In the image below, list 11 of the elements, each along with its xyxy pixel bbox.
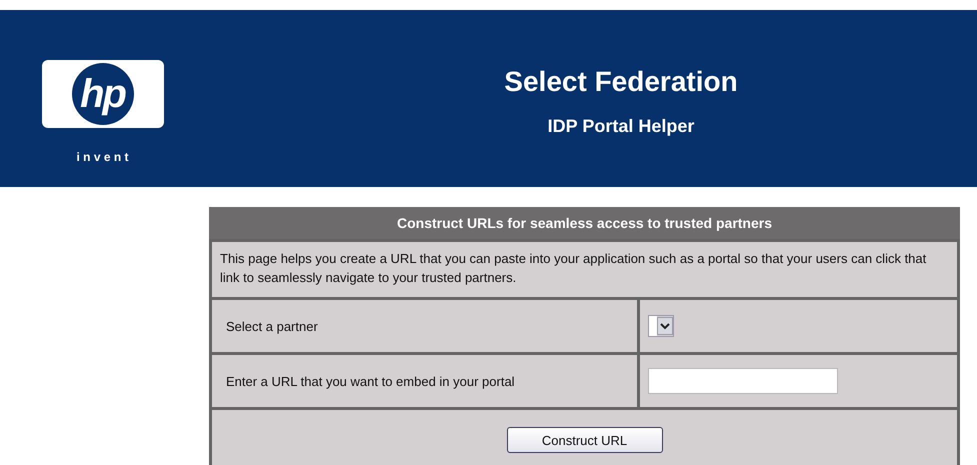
logo-tagline: i n v e n t (76, 150, 128, 164)
url-input-field[interactable] (648, 368, 838, 394)
partner-dropdown[interactable] (648, 315, 674, 337)
construct-url-button[interactable]: Construct URL (506, 427, 662, 453)
page-subtitle: IDP Portal Helper (548, 116, 694, 137)
page-title: Select Federation (504, 66, 738, 98)
logo-mark: hp (72, 63, 134, 125)
field-label: Enter a URL that you want to embed in your portal (212, 355, 637, 407)
panel-description: This page helps you create a URL that you can paste into your application such as a portal so that your users can click that link to seamlessly navigate to your trusted partners. (212, 242, 957, 297)
panel-heading: Construct URLs for seamless access to trusted partners (209, 207, 960, 239)
field-label: Select a partner (212, 300, 637, 352)
